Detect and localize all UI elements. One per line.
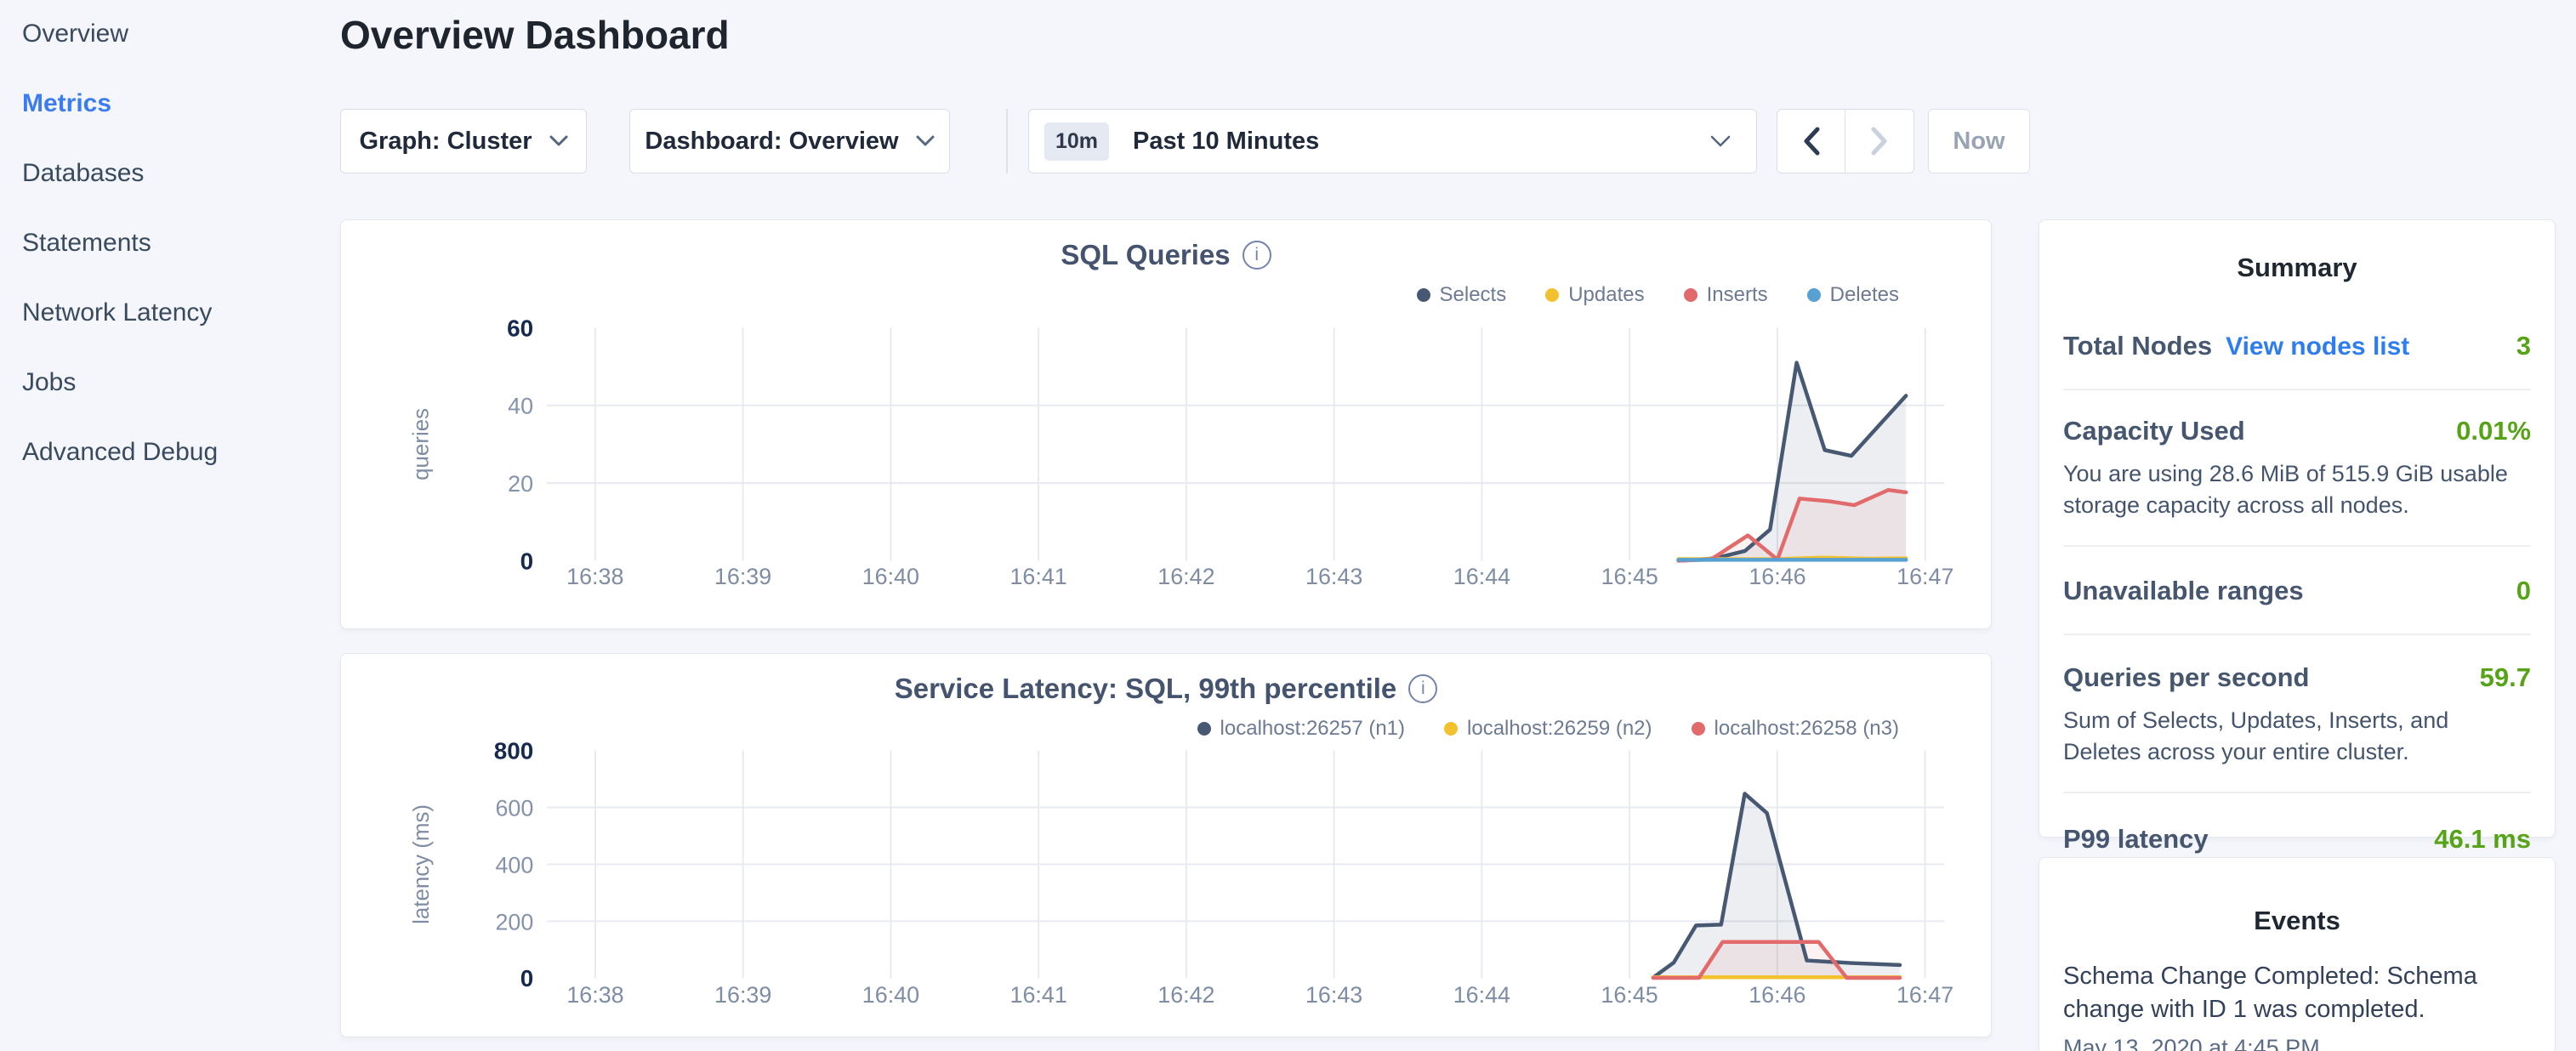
svg-text:queries: queries <box>410 408 434 480</box>
sidebar-item-jobs[interactable]: Jobs <box>22 368 340 438</box>
controls-divider <box>1006 109 1008 173</box>
sql-queries-card: SQL Queries i SelectsUpdatesInsertsDelet… <box>340 219 1992 629</box>
sidebar-item-databases[interactable]: Databases <box>22 159 340 229</box>
svg-text:16:45: 16:45 <box>1601 982 1658 1008</box>
event-timestamp: May 13, 2020 at 4:45 PM <box>2063 1035 2531 1051</box>
service-latency-card: Service Latency: SQL, 99th percentile i … <box>340 653 1992 1037</box>
queries-per-second-label: Queries per second <box>2063 662 2309 693</box>
svg-text:16:46: 16:46 <box>1749 982 1805 1008</box>
svg-text:800: 800 <box>494 737 533 764</box>
svg-text:16:42: 16:42 <box>1157 564 1214 589</box>
svg-text:16:41: 16:41 <box>1010 982 1067 1008</box>
svg-text:16:44: 16:44 <box>1453 982 1510 1008</box>
chevron-right-icon <box>1871 127 1888 156</box>
svg-text:16:40: 16:40 <box>862 982 919 1008</box>
time-back-button[interactable] <box>1777 110 1845 173</box>
chevron-down-icon <box>916 135 935 147</box>
unavailable-ranges-label: Unavailable ranges <box>2063 576 2304 606</box>
svg-text:16:38: 16:38 <box>566 564 623 589</box>
now-button[interactable]: Now <box>1928 109 2030 173</box>
capacity-used-description: You are using 28.6 MiB of 515.9 GiB usab… <box>2063 458 2531 521</box>
svg-text:16:43: 16:43 <box>1305 982 1362 1008</box>
dashboard-dropdown-label: Dashboard: Overview <box>645 128 898 156</box>
svg-text:16:47: 16:47 <box>1896 982 1953 1008</box>
sidebar: Overview Metrics Databases Statements Ne… <box>0 0 340 1051</box>
capacity-used-label: Capacity Used <box>2063 416 2245 446</box>
graph-dropdown-label: Graph: Cluster <box>359 128 532 156</box>
time-range-badge: 10m <box>1044 122 1109 161</box>
controls-bar: Graph: Cluster Dashboard: Overview 10m P… <box>340 109 2030 173</box>
chevron-down-icon <box>549 135 568 147</box>
svg-text:0: 0 <box>520 965 534 991</box>
svg-text:latency (ms): latency (ms) <box>410 804 434 924</box>
svg-text:16:39: 16:39 <box>714 982 771 1008</box>
svg-text:16:45: 16:45 <box>1601 564 1658 589</box>
time-range-dropdown[interactable]: 10m Past 10 Minutes <box>1028 109 1757 173</box>
service-latency-chart[interactable]: 16:38 16:39 16:40 16:41 16:42 16:43 16:44 16:45… <box>341 654 1991 1037</box>
summary-panel: Summary Total Nodes View nodes list 3 Ca… <box>2039 219 2556 838</box>
total-nodes-label: Total Nodes <box>2063 331 2212 361</box>
svg-text:16:46: 16:46 <box>1749 564 1805 589</box>
svg-text:40: 40 <box>508 394 533 419</box>
queries-per-second-description: Sum of Selects, Updates, Inserts, and De… <box>2063 705 2531 768</box>
svg-text:20: 20 <box>508 471 533 497</box>
page-title: Overview Dashboard <box>340 12 730 58</box>
sidebar-item-advanced-debug[interactable]: Advanced Debug <box>22 438 340 508</box>
svg-text:16:42: 16:42 <box>1157 982 1214 1008</box>
sidebar-item-overview[interactable]: Overview <box>22 20 340 89</box>
svg-text:16:40: 16:40 <box>862 564 919 589</box>
svg-text:400: 400 <box>495 852 533 878</box>
graph-dropdown[interactable]: Graph: Cluster <box>340 109 587 173</box>
total-nodes-value: 3 <box>2516 331 2531 361</box>
view-nodes-list-link[interactable]: View nodes list <box>2226 332 2409 361</box>
svg-text:200: 200 <box>495 909 533 935</box>
svg-text:16:38: 16:38 <box>566 982 623 1008</box>
chevron-down-icon <box>1710 135 1731 148</box>
summary-title: Summary <box>2063 220 2531 283</box>
svg-text:16:44: 16:44 <box>1453 564 1510 589</box>
sql-queries-chart[interactable]: 16:38 16:39 16:40 16:41 16:42 16:43 16:44 16:45… <box>341 220 1991 628</box>
p99-latency-value: 46.1 ms <box>2434 824 2531 855</box>
events-title: Events <box>2063 858 2531 936</box>
chevron-left-icon <box>1803 127 1820 156</box>
svg-text:600: 600 <box>495 795 533 821</box>
svg-text:16:41: 16:41 <box>1009 564 1066 589</box>
time-step-buttons <box>1777 109 1914 173</box>
svg-text:16:43: 16:43 <box>1305 564 1362 589</box>
queries-per-second-value: 59.7 <box>2480 662 2531 693</box>
svg-text:0: 0 <box>520 548 534 574</box>
sidebar-item-statements[interactable]: Statements <box>22 229 340 298</box>
time-forward-button[interactable] <box>1845 110 1914 173</box>
dashboard-dropdown[interactable]: Dashboard: Overview <box>629 109 950 173</box>
unavailable-ranges-value: 0 <box>2516 576 2531 606</box>
time-range-label: Past 10 Minutes <box>1133 128 1710 156</box>
svg-text:60: 60 <box>507 315 533 341</box>
p99-latency-label: P99 latency <box>2063 824 2209 855</box>
sidebar-item-network-latency[interactable]: Network Latency <box>22 298 340 368</box>
events-panel: Events Schema Change Completed: Schema c… <box>2039 857 2556 1051</box>
event-message[interactable]: Schema Change Completed: Schema change w… <box>2063 960 2531 1026</box>
sidebar-item-metrics[interactable]: Metrics <box>22 89 340 159</box>
svg-text:16:39: 16:39 <box>714 564 771 589</box>
svg-text:16:47: 16:47 <box>1896 564 1953 589</box>
capacity-used-value: 0.01% <box>2456 416 2531 446</box>
